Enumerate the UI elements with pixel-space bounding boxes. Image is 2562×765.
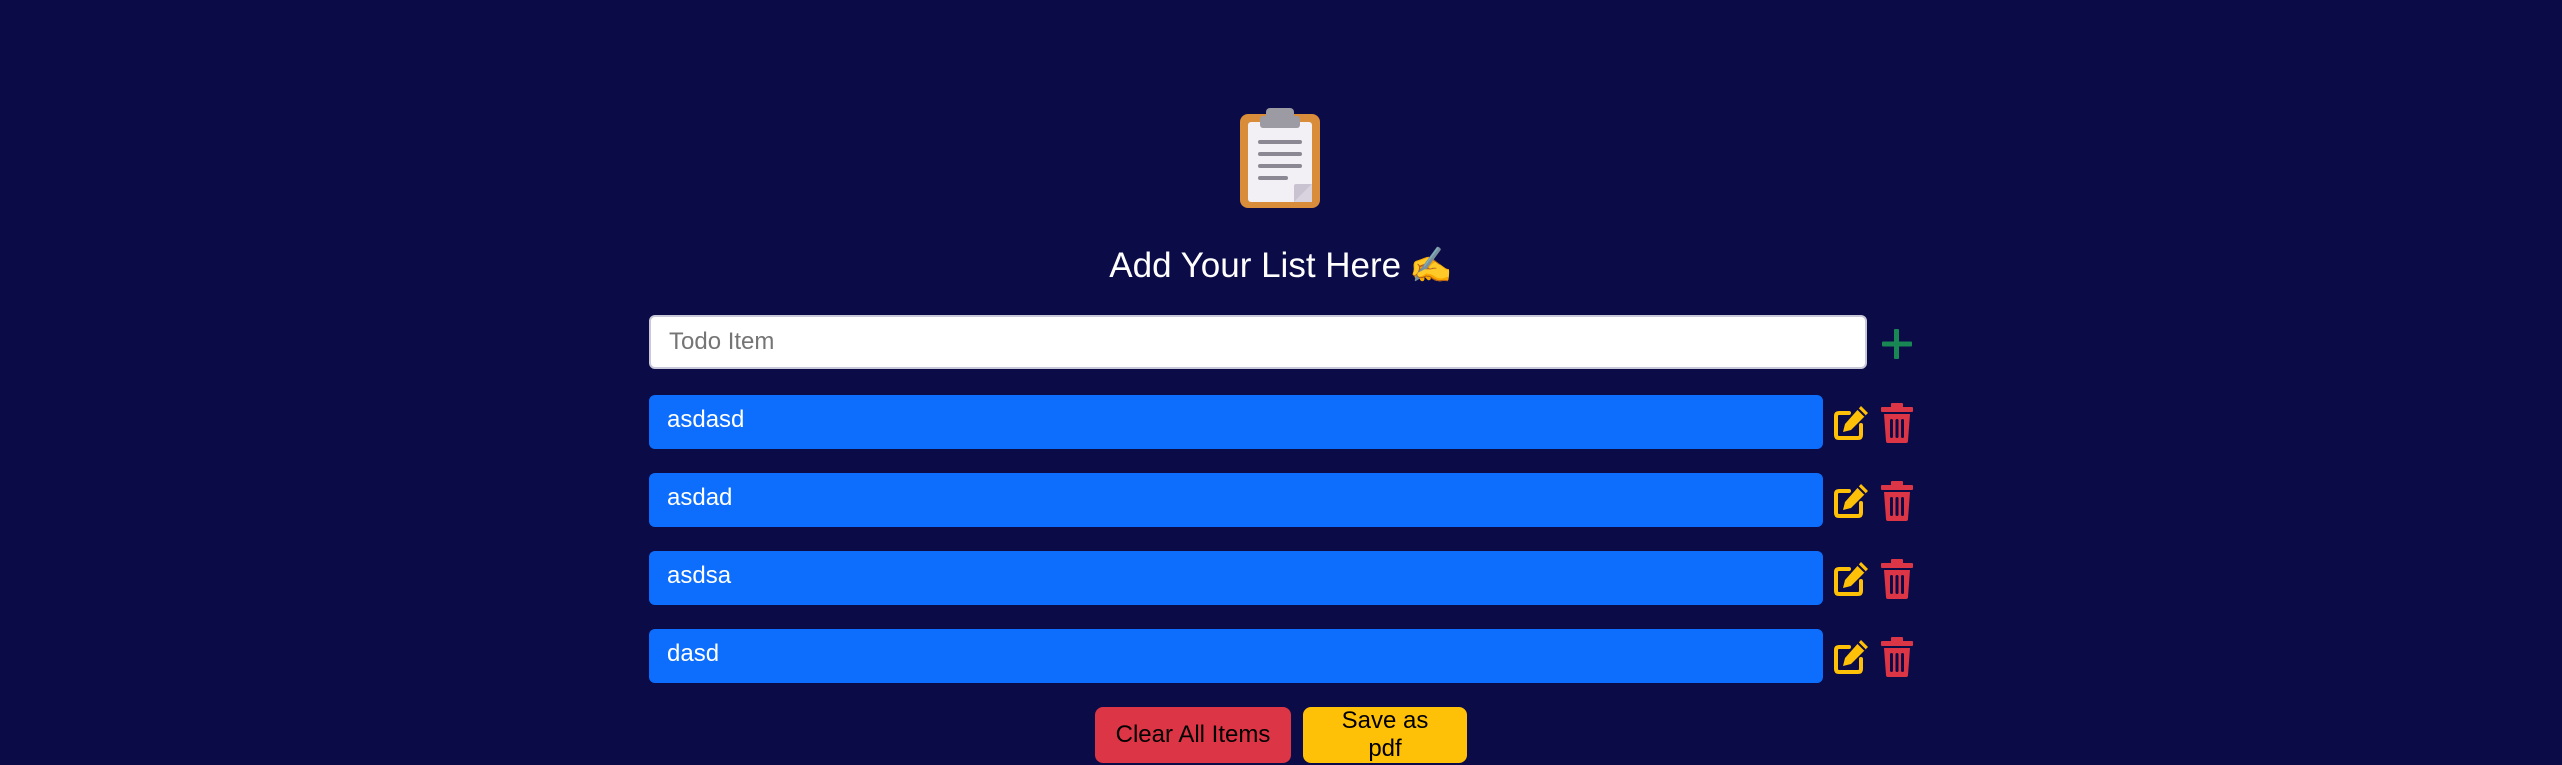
edit-icon[interactable] bbox=[1831, 559, 1871, 599]
save-pdf-button[interactable]: Save as pdf bbox=[1303, 707, 1467, 763]
plus-icon bbox=[1882, 329, 1912, 359]
list-item-label: asdsa bbox=[649, 551, 1823, 605]
list-item-label: asdad bbox=[649, 473, 1823, 527]
trash-icon[interactable] bbox=[1877, 635, 1917, 679]
list-item: asdasd bbox=[649, 395, 1921, 449]
todo-list: asdasd asdad asdsa dasd bbox=[649, 395, 1921, 707]
list-item: dasd bbox=[649, 629, 1921, 683]
list-item: asdad bbox=[649, 473, 1921, 527]
clipboard-icon bbox=[1240, 108, 1320, 208]
add-item-row bbox=[649, 313, 1921, 373]
edit-icon[interactable] bbox=[1831, 481, 1871, 521]
edit-icon[interactable] bbox=[1831, 637, 1871, 677]
page-title-text: Add Your List Here bbox=[1109, 246, 1402, 285]
todo-app: Add Your List Here✍️ asdasd bbox=[0, 0, 2562, 765]
add-item-button[interactable] bbox=[1874, 321, 1920, 367]
edit-icon[interactable] bbox=[1831, 403, 1871, 443]
trash-icon[interactable] bbox=[1877, 401, 1917, 445]
todo-input[interactable] bbox=[649, 315, 1867, 369]
action-buttons: Clear All Items Save as pdf bbox=[0, 707, 2562, 763]
list-item: asdsa bbox=[649, 551, 1921, 605]
page-title: Add Your List Here ✍️ bbox=[0, 241, 2562, 291]
clear-all-button[interactable]: Clear All Items bbox=[1095, 707, 1291, 763]
trash-icon[interactable] bbox=[1877, 479, 1917, 523]
list-item-label: dasd bbox=[649, 629, 1823, 683]
list-item-label: asdasd bbox=[649, 395, 1823, 449]
writing-hand-icon: ✍️ bbox=[1409, 246, 1453, 285]
trash-icon[interactable] bbox=[1877, 557, 1917, 601]
